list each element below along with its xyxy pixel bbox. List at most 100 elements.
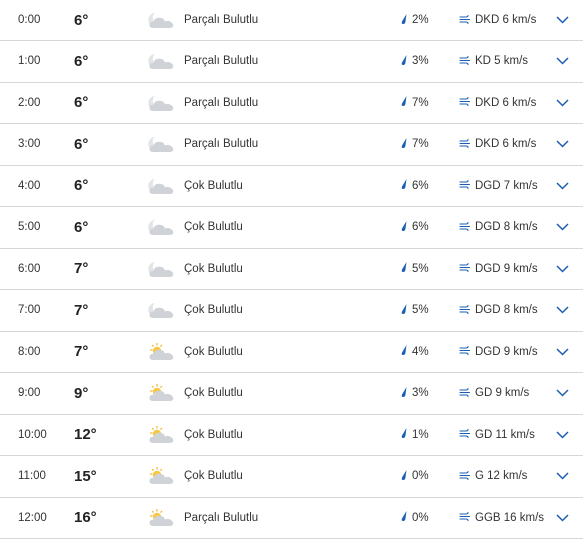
precipitation-value: 3% [412, 387, 429, 400]
precipitation-value: 7% [412, 138, 429, 151]
weather-condition: Çok Bulutlu [184, 262, 243, 275]
raindrop-icon [400, 137, 408, 152]
mostly-cloudy-night-icon [146, 258, 176, 280]
hour-time: 12:00 [18, 511, 47, 524]
hour-time: 1:00 [18, 55, 41, 68]
hourly-row[interactable]: 4:00 6° Çok Bulutlu 6% DGD 7 km/s [0, 166, 583, 207]
wind: DKD 6 km/s [459, 0, 536, 40]
wind: DGD 9 km/s [459, 249, 538, 290]
precipitation: 7% [400, 83, 429, 124]
precipitation: 6% [400, 207, 429, 248]
hour-time: 8:00 [18, 345, 41, 358]
wind: GD 11 km/s [459, 415, 535, 456]
hour-temperature: 9° [74, 384, 89, 402]
hour-temperature: 7° [74, 343, 89, 361]
precipitation-value: 7% [412, 96, 429, 109]
hourly-row[interactable]: 2:00 6° Parçalı Bulutlu 7% DKD 6 km/s [0, 83, 583, 124]
wind-value: DGD 9 km/s [475, 262, 538, 275]
hour-temperature: 15° [74, 467, 97, 485]
hour-time: 0:00 [18, 14, 41, 26]
hour-temperature: 6° [74, 135, 89, 153]
precipitation: 1% [400, 415, 429, 456]
hour-time: 7:00 [18, 304, 41, 317]
wind-value: G 12 km/s [475, 470, 528, 483]
precipitation-value: 6% [412, 221, 429, 234]
chevron-down-icon[interactable] [556, 16, 569, 24]
hourly-row[interactable]: 7:00 7° Çok Bulutlu 5% DGD 8 km/s [0, 290, 583, 332]
chevron-down-icon[interactable] [556, 348, 569, 356]
wind-value: DKD 6 km/s [475, 96, 537, 109]
wind: DGD 8 km/s [459, 207, 538, 248]
weather-condition: Çok Bulutlu [184, 345, 243, 358]
wind-value: DKD 6 km/s [475, 14, 537, 26]
precipitation: 6% [400, 166, 429, 207]
weather-condition: Çok Bulutlu [184, 470, 243, 483]
precipitation: 4% [400, 332, 429, 373]
mostly-cloudy-day-icon [146, 465, 176, 487]
hour-temperature: 7° [74, 260, 89, 278]
raindrop-icon [400, 427, 408, 442]
hourly-row[interactable]: 5:00 6° Çok Bulutlu 6% DGD 8 km/s [0, 207, 583, 249]
mostly-cloudy-day-icon [146, 382, 176, 404]
raindrop-icon [400, 261, 408, 276]
wind-icon [459, 262, 471, 275]
chevron-down-icon[interactable] [556, 306, 569, 314]
hour-temperature: 7° [74, 301, 89, 319]
chevron-down-icon[interactable] [556, 57, 569, 65]
chevron-down-icon[interactable] [556, 472, 569, 480]
hourly-row[interactable]: 9:00 9° Çok Bulutlu 3% GD 9 km/s [0, 373, 583, 415]
hour-time: 4:00 [18, 179, 41, 192]
weather-condition: Parçalı Bulutlu [184, 511, 259, 524]
hour-temperature: 16° [74, 509, 97, 527]
wind-icon [459, 345, 471, 358]
chevron-down-icon[interactable] [556, 223, 569, 231]
partly-cloudy-night-icon [146, 9, 176, 31]
wind-value: KD 5 km/s [475, 55, 529, 68]
chevron-down-icon[interactable] [556, 140, 569, 148]
hourly-row[interactable]: 1:00 6° Parçalı Bulutlu 3% KD 5 km/s [0, 41, 583, 83]
chevron-down-icon[interactable] [556, 431, 569, 439]
chevron-down-icon[interactable] [556, 99, 569, 107]
wind-value: DGD 7 km/s [475, 179, 538, 192]
chevron-down-icon[interactable] [556, 389, 569, 397]
precipitation: 7% [400, 124, 429, 165]
wind: KD 5 km/s [459, 41, 528, 82]
precipitation-value: 4% [412, 345, 429, 358]
hourly-row[interactable]: 8:00 7° Çok Bulutlu 4% DGD 9 km/s [0, 332, 583, 373]
hourly-row[interactable]: 11:00 15° Çok Bulutlu 0% G 12 km/s [0, 456, 583, 498]
partly-cloudy-day-icon [146, 507, 176, 529]
wind: GD 9 km/s [459, 373, 529, 414]
wind-value: GD 9 km/s [475, 387, 530, 400]
wind-value: DGD 8 km/s [475, 221, 538, 234]
wind-icon [459, 14, 471, 27]
wind: G 12 km/s [459, 456, 527, 497]
hour-temperature: 6° [74, 177, 89, 195]
chevron-down-icon[interactable] [556, 514, 569, 522]
chevron-down-icon[interactable] [556, 182, 569, 190]
hourly-row[interactable]: 12:00 16° Parçalı Bulutlu 0% GGB 16 km/s [0, 498, 583, 539]
chevron-down-icon[interactable] [556, 265, 569, 273]
precipitation-value: 3% [412, 55, 429, 68]
precipitation: 2% [400, 0, 429, 40]
hour-temperature: 12° [74, 426, 97, 444]
wind-icon [459, 55, 471, 68]
precipitation-value: 0% [412, 470, 429, 483]
raindrop-icon [400, 469, 408, 484]
precipitation: 0% [400, 498, 429, 539]
weather-condition: Çok Bulutlu [184, 221, 243, 234]
precipitation-value: 0% [412, 511, 429, 524]
mostly-cloudy-night-icon [146, 299, 176, 321]
hourly-row[interactable]: 10:00 12° Çok Bulutlu 1% GD 11 km/s [0, 415, 583, 456]
weather-condition: Parçalı Bulutlu [184, 14, 259, 26]
raindrop-icon [400, 220, 408, 235]
hourly-row[interactable]: 0:00 6° Parçalı Bulutlu 2% DKD 6 km/s [0, 0, 583, 41]
weather-condition: Parçalı Bulutlu [184, 55, 259, 68]
hourly-row[interactable]: 6:00 7° Çok Bulutlu 5% DGD 9 km/s [0, 249, 583, 290]
weather-condition: Çok Bulutlu [184, 428, 243, 441]
wind: DGD 8 km/s [459, 290, 538, 331]
hourly-row[interactable]: 3:00 6° Parçalı Bulutlu 7% DKD 6 km/s [0, 124, 583, 166]
precipitation: 0% [400, 456, 429, 497]
raindrop-icon [400, 95, 408, 110]
weather-condition: Çok Bulutlu [184, 387, 243, 400]
precipitation: 3% [400, 41, 429, 82]
